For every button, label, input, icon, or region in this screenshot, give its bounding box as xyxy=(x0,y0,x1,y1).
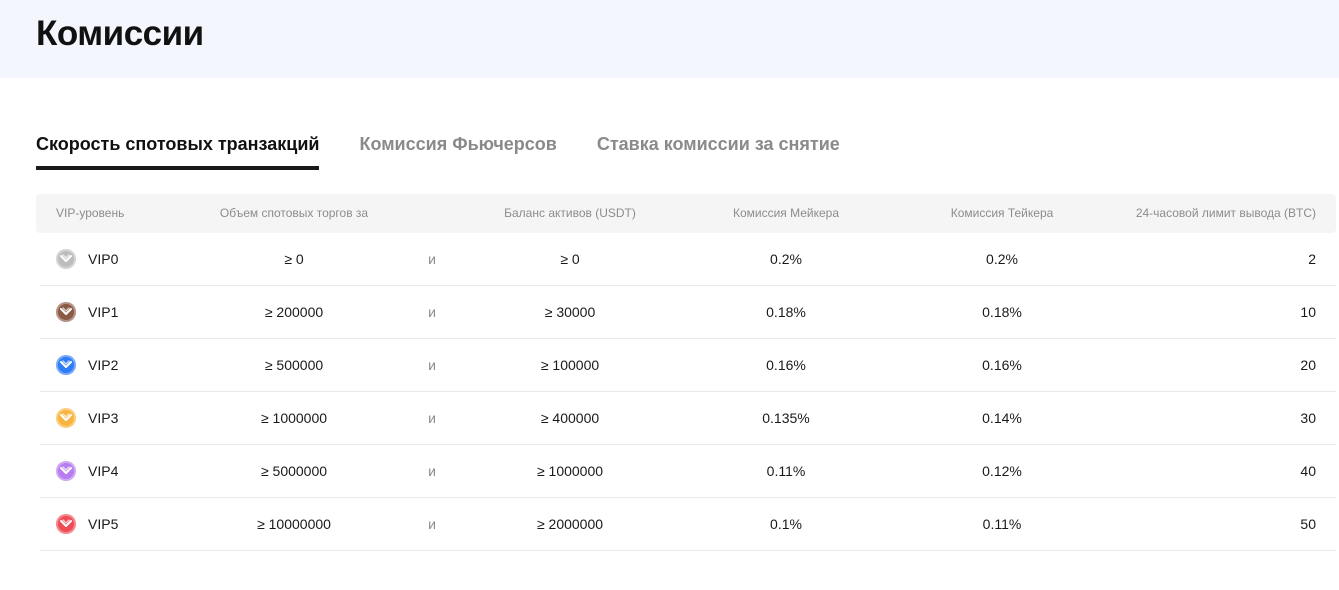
maker-fee: 0.1% xyxy=(770,516,802,532)
taker-fee: 0.11% xyxy=(982,516,1022,532)
tab-futures-fees[interactable]: Комиссия Фьючерсов xyxy=(359,130,556,170)
page-title: Комиссии xyxy=(36,14,204,53)
asset-balance: ≥ 2000000 xyxy=(536,516,604,532)
withdrawal-limit: 30 xyxy=(1300,410,1316,426)
table-row: VIP5 ≥ 10000000 и ≥ 2000000 0.1% 0.11% 50 xyxy=(40,498,1336,551)
table-row: VIP2 ≥ 500000 и ≥ 100000 0.16% 0.16% 20 xyxy=(40,339,1336,392)
spot-volume: ≥ 1000000 xyxy=(260,410,328,426)
header-vip-level: VIP-уровень xyxy=(56,206,125,220)
table-row: VIP3 ≥ 1000000 и ≥ 400000 0.135% 0.14% 30 xyxy=(40,392,1336,445)
asset-balance: ≥ 400000 xyxy=(540,410,600,426)
maker-fee: 0.135% xyxy=(762,410,810,426)
maker-fee: 0.16% xyxy=(766,357,806,373)
vip-badge-icon xyxy=(56,355,76,375)
asset-balance: ≥ 100000 xyxy=(540,357,600,373)
table-row: VIP1 ≥ 200000 и ≥ 30000 0.18% 0.18% 10 xyxy=(40,286,1336,339)
vip-badge-icon xyxy=(56,302,76,322)
taker-fee: 0.18% xyxy=(982,304,1022,320)
header-taker-fee: Комиссия Тейкера xyxy=(950,206,1054,220)
maker-fee: 0.11% xyxy=(766,463,806,479)
header-spot-volume: Объем спотовых торгов за xyxy=(219,206,369,220)
and-connector: и xyxy=(428,304,436,320)
spot-volume: ≥ 5000000 xyxy=(260,463,328,479)
vip-level: VIP1 xyxy=(88,304,119,320)
vip-level: VIP3 xyxy=(88,410,119,426)
fee-tabs: Скорость спотовых транзакций Комиссия Фь… xyxy=(36,130,880,170)
taker-fee: 0.16% xyxy=(982,357,1022,373)
and-connector: и xyxy=(428,410,436,426)
withdrawal-limit: 40 xyxy=(1300,463,1316,479)
and-connector: и xyxy=(428,251,436,267)
withdrawal-limit: 10 xyxy=(1300,304,1316,320)
maker-fee: 0.2% xyxy=(770,251,802,267)
header-maker-fee: Комиссия Мейкера xyxy=(732,206,840,220)
tab-spot-fees[interactable]: Скорость спотовых транзакций xyxy=(36,130,320,170)
withdrawal-limit: 20 xyxy=(1300,357,1316,373)
maker-fee: 0.18% xyxy=(766,304,806,320)
table-body: VIP0 ≥ 0 и ≥ 0 0.2% 0.2% 2 VIP1 ≥ 200000 и ≥ 30000… xyxy=(36,233,1336,551)
spot-volume: ≥ 200000 xyxy=(264,304,324,320)
page-header: Комиссии xyxy=(0,0,1339,78)
table-row: VIP4 ≥ 5000000 и ≥ 1000000 0.11% 0.12% 40 xyxy=(40,445,1336,498)
vip-badge-icon xyxy=(56,514,76,534)
taker-fee: 0.2% xyxy=(986,251,1018,267)
spot-volume: ≥ 0 xyxy=(284,251,304,267)
asset-balance: ≥ 1000000 xyxy=(536,463,604,479)
vip-badge-icon xyxy=(56,249,76,269)
tab-withdrawal-fees[interactable]: Ставка комиссии за снятие xyxy=(597,130,840,170)
vip-badge-icon xyxy=(56,408,76,428)
table-header: VIP-уровень Объем спотовых торгов за Бал… xyxy=(36,194,1336,233)
spot-volume: ≥ 500000 xyxy=(264,357,324,373)
vip-badge-icon xyxy=(56,461,76,481)
table-row: VIP0 ≥ 0 и ≥ 0 0.2% 0.2% 2 xyxy=(40,233,1336,286)
and-connector: и xyxy=(428,463,436,479)
and-connector: и xyxy=(428,357,436,373)
taker-fee: 0.14% xyxy=(982,410,1022,426)
withdrawal-limit: 2 xyxy=(1308,251,1316,267)
and-connector: и xyxy=(428,516,436,532)
fee-table: VIP-уровень Объем спотовых торгов за Бал… xyxy=(36,194,1336,551)
taker-fee: 0.12% xyxy=(982,463,1022,479)
vip-level: VIP2 xyxy=(88,357,119,373)
asset-balance: ≥ 30000 xyxy=(544,304,596,320)
header-asset-balance: Баланс активов (USDT) xyxy=(504,206,636,220)
asset-balance: ≥ 0 xyxy=(560,251,580,267)
withdrawal-limit: 50 xyxy=(1300,516,1316,532)
vip-level: VIP0 xyxy=(88,251,119,267)
spot-volume: ≥ 10000000 xyxy=(257,516,331,532)
vip-level: VIP5 xyxy=(88,516,119,532)
header-withdrawal-limit: 24-часовой лимит вывода (BTC) xyxy=(1135,206,1316,220)
vip-level: VIP4 xyxy=(88,463,119,479)
